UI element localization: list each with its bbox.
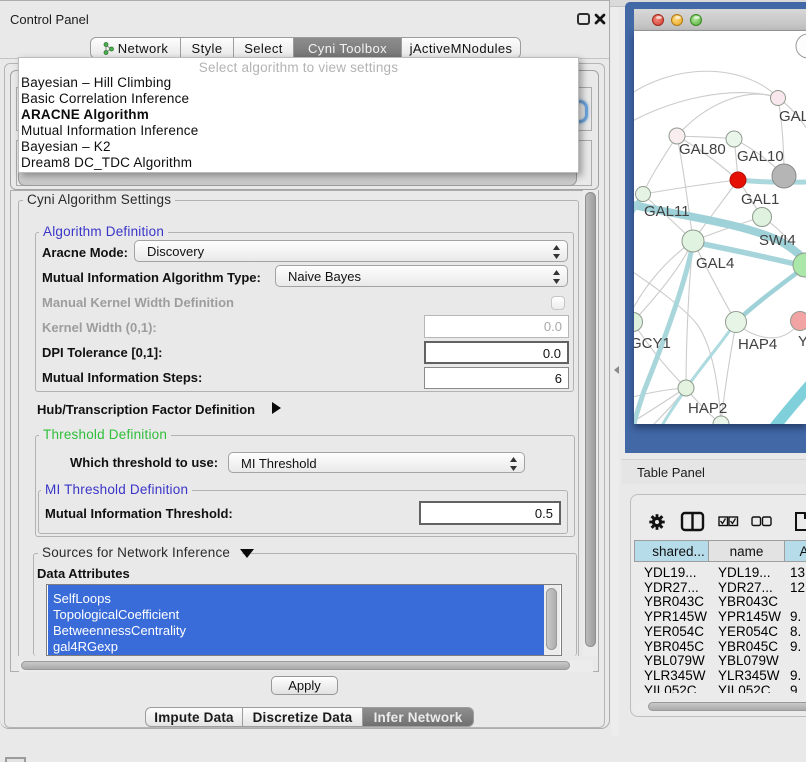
svg-text:GAL11: GAL11 <box>644 203 690 220</box>
svg-text:HAP4: HAP4 <box>738 336 777 353</box>
svg-text:Y: Y <box>798 333 806 350</box>
svg-text:GAL4: GAL4 <box>696 255 734 272</box>
svg-text:SWI4: SWI4 <box>759 232 796 249</box>
svg-text:GCY1: GCY1 <box>634 335 671 352</box>
svg-text:GAL1: GAL1 <box>741 191 779 208</box>
svg-text:HAP2: HAP2 <box>688 400 727 417</box>
svg-text:GAL80: GAL80 <box>679 141 726 158</box>
svg-text:GAL10: GAL10 <box>737 148 784 165</box>
svg-text:GAL: GAL <box>779 108 806 125</box>
